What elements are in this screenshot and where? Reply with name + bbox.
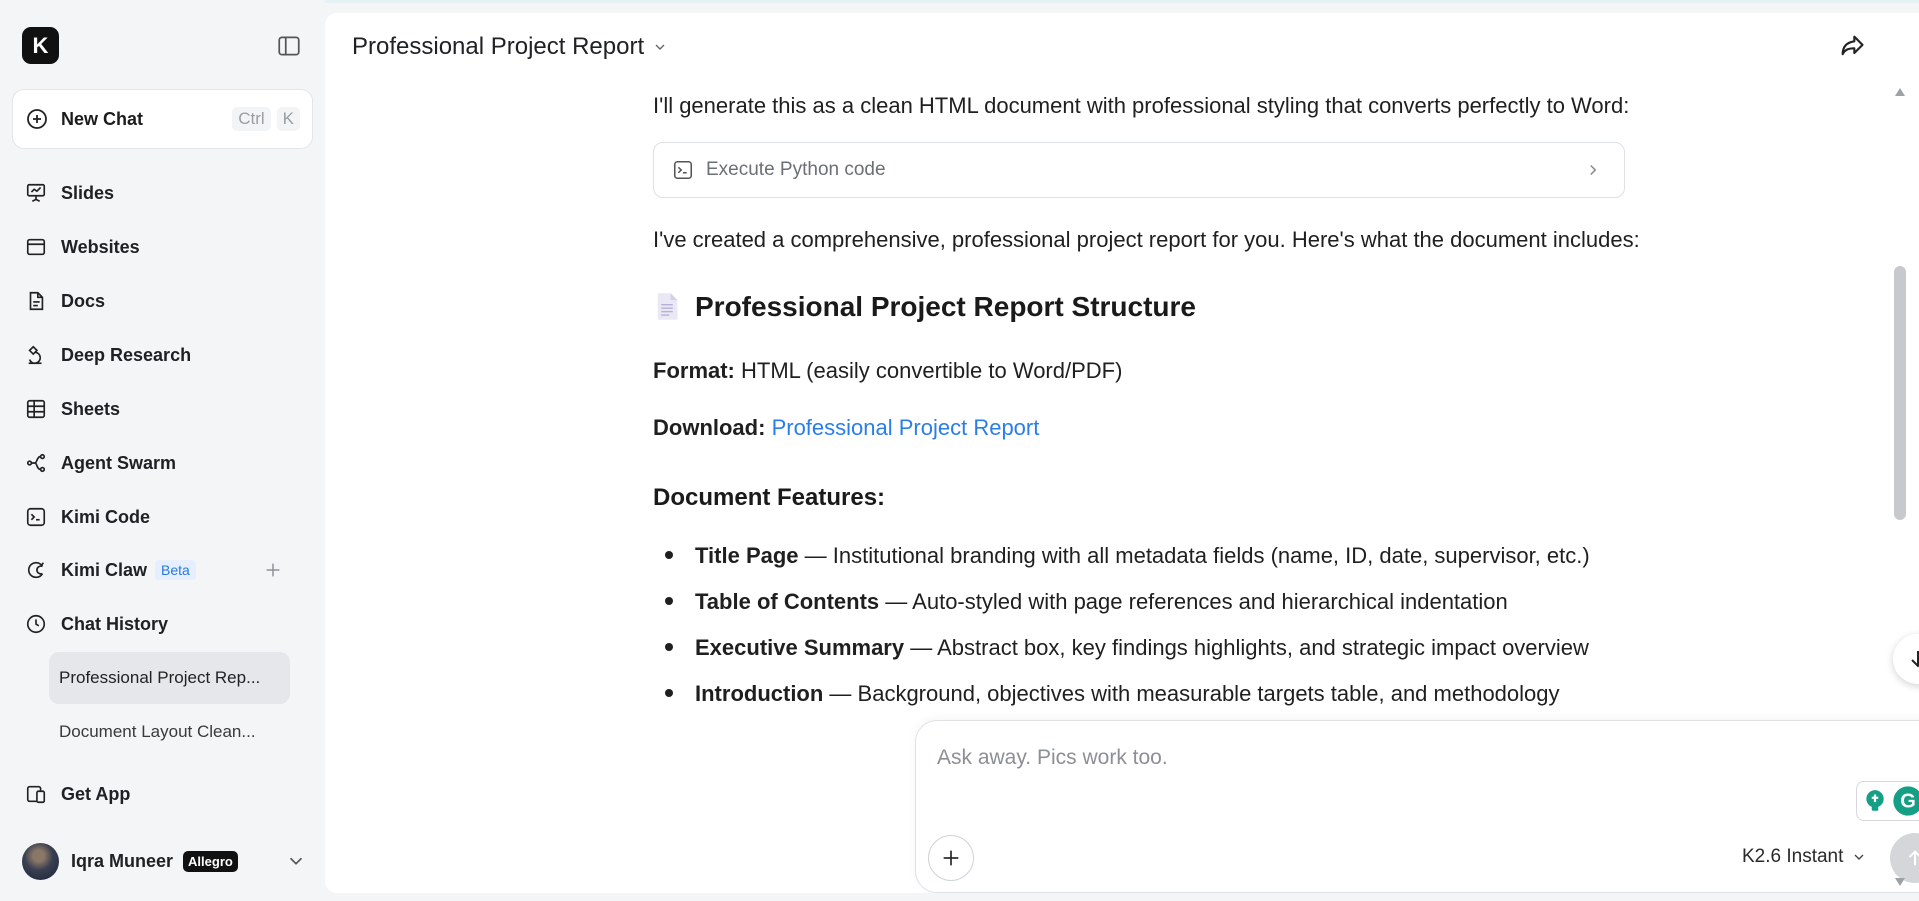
sidebar-item-agent-swarm[interactable]: Agent Swarm	[12, 442, 302, 484]
sidebar-item-docs[interactable]: Docs	[12, 280, 302, 322]
browser-window-icon	[24, 235, 48, 259]
sidebar-item-label: Websites	[61, 236, 140, 257]
share-icon[interactable]	[1838, 32, 1866, 60]
scrollbar-thumb[interactable]	[1894, 266, 1906, 520]
bullet-dot	[665, 597, 673, 606]
beta-badge: Beta	[155, 560, 196, 580]
list-item: Introduction — Background, objectives wi…	[665, 681, 1560, 707]
writing-assistant-extension[interactable]: G	[1856, 781, 1919, 821]
lightbulb-icon	[1866, 790, 1884, 811]
section-heading-text: Professional Project Report Structure	[695, 291, 1197, 322]
list-item: Title Page — Institutional branding with…	[665, 543, 1590, 569]
sidebar-item-label: Docs	[61, 290, 106, 311]
format-value: HTML (easily convertible to Word/PDF)	[734, 358, 1123, 383]
assistant-message-summary: I've created a comprehensive, profession…	[653, 227, 1640, 252]
avatar	[22, 842, 59, 880]
download-link[interactable]: Professional Project Report	[772, 415, 1040, 440]
feature-name: Executive Summary	[695, 635, 905, 660]
shortcut-key-ctrl: Ctrl	[232, 107, 271, 131]
feature-name: Title Page	[695, 543, 799, 568]
scrollbar[interactable]	[1892, 88, 1908, 888]
assistant-message-intro: I'll generate this as a clean HTML docum…	[653, 93, 1630, 118]
sidebar-item-chat-history[interactable]: Chat History	[12, 603, 302, 645]
history-item-document-layout[interactable]: Document Layout Clean...	[49, 706, 290, 758]
scroll-down-arrow-icon[interactable]	[1895, 878, 1905, 886]
history-item-professional-project-report[interactable]: Professional Project Rep...	[49, 652, 290, 704]
chevron-down-icon[interactable]	[285, 850, 307, 872]
table-icon	[24, 397, 48, 421]
sidebar-item-label: Slides	[61, 182, 115, 203]
sidebar-item-label: Chat History	[61, 613, 169, 634]
format-line: Format: HTML (easily convertible to Word…	[653, 358, 1122, 384]
bullet-dot	[665, 643, 673, 652]
bullet-dot	[665, 689, 673, 698]
claw-icon	[24, 558, 48, 582]
sidebar-item-label: Agent Swarm	[61, 452, 177, 473]
document-icon	[24, 289, 48, 313]
document-emoji-icon	[657, 293, 678, 320]
download-label: Download:	[653, 415, 766, 440]
kimi-logo[interactable]: K	[22, 27, 59, 64]
bullet-dot	[665, 551, 673, 560]
user-name: Iqra Muneer	[71, 850, 174, 871]
add-claw-icon[interactable]	[262, 559, 284, 581]
format-label: Format:	[653, 358, 735, 383]
agent-swarm-icon	[24, 451, 48, 475]
user-profile[interactable]: Iqra Muneer Allegro	[22, 842, 307, 880]
feature-desc: — Institutional branding with all metada…	[798, 543, 1590, 568]
features-heading: Document Features:	[653, 484, 886, 511]
execute-python-tool-card[interactable]: Execute Python code	[653, 142, 1625, 198]
slides-icon	[24, 181, 48, 205]
sidebar-item-slides[interactable]: Slides	[12, 172, 302, 214]
terminal-icon	[24, 505, 48, 529]
device-icon	[24, 782, 48, 806]
sidebar-item-sheets[interactable]: Sheets	[12, 388, 302, 430]
sidebar-toggle-icon[interactable]	[276, 33, 302, 59]
sidebar-item-label: Kimi Code	[61, 506, 151, 527]
sidebar-item-kimi-claw[interactable]: Kimi Claw Beta	[12, 549, 302, 591]
chevron-down-icon	[655, 44, 665, 50]
message-composer: G K2.6 Instant	[915, 720, 1919, 893]
chevron-right-icon	[1590, 164, 1597, 176]
section-heading: Professional Project Report Structure	[653, 291, 1196, 323]
sidebar-item-label: Deep Research	[61, 344, 192, 365]
sidebar-item-label: Kimi Claw	[61, 559, 148, 580]
list-item: Executive Summary — Abstract box, key fi…	[665, 635, 1589, 661]
feature-desc: — Abstract box, key findings highlights,…	[904, 635, 1589, 660]
plus-circle-icon	[27, 109, 47, 129]
feature-desc: — Background, objectives with measurable…	[823, 681, 1560, 706]
chat-title-dropdown[interactable]: Professional Project Report	[352, 33, 668, 61]
shortcut-key-k: K	[276, 107, 300, 131]
sidebar: K New Chat Ctrl K Slides Websites Docs D…	[0, 0, 325, 901]
new-chat-label: New Chat	[61, 108, 144, 129]
sidebar-item-get-app[interactable]: Get App	[12, 773, 302, 815]
sidebar-item-kimi-code[interactable]: Kimi Code	[12, 496, 302, 538]
sidebar-item-label: Sheets	[61, 398, 121, 419]
attach-button[interactable]	[928, 835, 974, 881]
chat-title: Professional Project Report	[352, 33, 645, 60]
keyboard-shortcut: Ctrl K	[232, 107, 300, 131]
model-name: K2.6 Instant	[1742, 846, 1844, 867]
message-input[interactable]	[937, 743, 1637, 773]
microscope-icon	[24, 343, 48, 367]
tool-card-label: Execute Python code	[706, 159, 886, 180]
scroll-up-arrow-icon[interactable]	[1895, 88, 1905, 96]
feature-name: Table of Contents	[695, 589, 880, 614]
download-line: Download: Professional Project Report	[653, 415, 1039, 441]
plan-badge: Allegro	[183, 850, 238, 872]
sidebar-item-label: Get App	[61, 783, 131, 804]
chevron-down-icon	[1854, 854, 1864, 860]
sidebar-item-websites[interactable]: Websites	[12, 226, 302, 268]
feature-name: Introduction	[695, 681, 824, 706]
model-selector[interactable]: K2.6 Instant	[1742, 846, 1867, 868]
sidebar-item-deep-research[interactable]: Deep Research	[12, 334, 302, 376]
chat-panel: Professional Project Report I'll generat…	[325, 13, 1919, 893]
feature-desc: — Auto-styled with page references and h…	[879, 589, 1508, 614]
new-chat-button[interactable]: New Chat Ctrl K	[12, 89, 313, 149]
plus-icon	[943, 850, 959, 866]
list-item: Table of Contents — Auto-styled with pag…	[665, 589, 1508, 615]
terminal-icon	[673, 160, 693, 180]
clock-icon	[24, 612, 48, 636]
